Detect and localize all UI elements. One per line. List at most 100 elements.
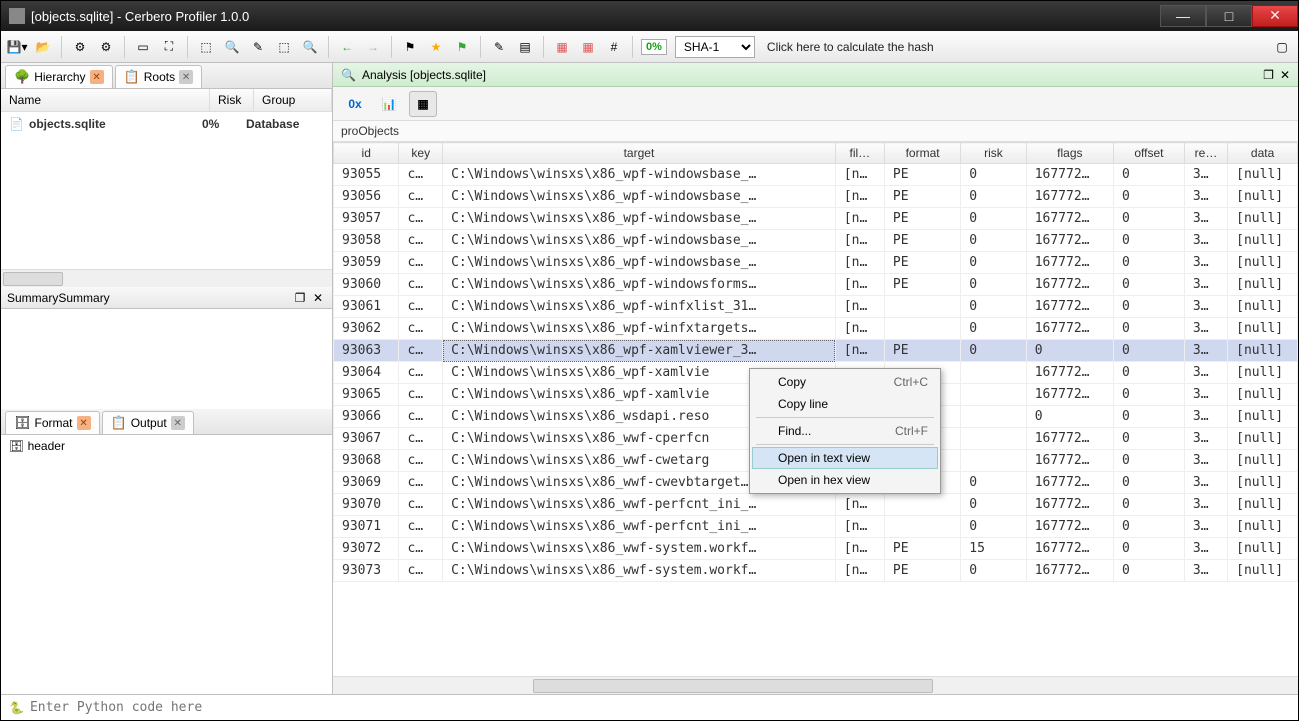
calculate-hash-link[interactable]: Click here to calculate the hash [761, 40, 940, 54]
menu-item-find-[interactable]: Find...Ctrl+F [752, 420, 938, 442]
flag-red-icon[interactable]: ⚑ [398, 35, 422, 59]
tree-row[interactable]: 📄 objects.sqlite 0% Database [1, 112, 332, 136]
col-key[interactable]: key [399, 143, 443, 164]
tool4-icon[interactable]: 🔍 [298, 35, 322, 59]
col-id[interactable]: id [334, 143, 399, 164]
data-table[interactable]: idkeytargetfil…formatriskflagsoffsetre…d… [333, 142, 1298, 676]
hex-view-button[interactable]: 0x [341, 91, 369, 117]
tool6-icon[interactable]: ▤ [513, 35, 537, 59]
close-icon[interactable]: ✕ [77, 416, 91, 430]
star-icon[interactable]: ★ [424, 35, 448, 59]
table-row[interactable]: 93055c…C:\Windows\winsxs\x86_wpf-windows… [334, 164, 1298, 186]
menu-item-open-in-hex-view[interactable]: Open in hex view [752, 469, 938, 491]
hash-icon[interactable]: # [602, 35, 626, 59]
gear-icon[interactable]: ⚙ [68, 35, 92, 59]
progress-pct: 0% [641, 39, 667, 55]
view-toolbar: 0x 📊 ▦ [333, 87, 1298, 121]
col-re[interactable]: re… [1184, 143, 1227, 164]
close-icon[interactable]: ✕ [90, 70, 104, 84]
tree-item-name: objects.sqlite [29, 117, 202, 131]
tab-hierarchy[interactable]: 🌳 Hierarchy ✕ [5, 65, 113, 88]
table-row[interactable]: 93073c…C:\Windows\winsxs\x86_wwf-system.… [334, 560, 1298, 582]
col-group[interactable]: Group [254, 89, 332, 111]
col-offset[interactable]: offset [1113, 143, 1184, 164]
python-icon: 🐍 [9, 701, 24, 715]
menu-item-open-in-text-view[interactable]: Open in text view [752, 447, 938, 469]
col-target[interactable]: target [443, 143, 836, 164]
table-row[interactable]: 93059c…C:\Windows\winsxs\x86_wpf-windows… [334, 252, 1298, 274]
chart-view-button[interactable]: 📊 [375, 91, 403, 117]
app-icon [9, 8, 25, 24]
tab-roots[interactable]: 📋 Roots ✕ [115, 65, 203, 88]
menu-item-copy[interactable]: CopyCtrl+C [752, 371, 938, 393]
python-console[interactable]: 🐍 [1, 694, 1298, 720]
col-flags[interactable]: flags [1026, 143, 1113, 164]
summary-body [1, 309, 332, 409]
hierarchy-icon: 🌳 [14, 69, 30, 85]
gear2-icon[interactable]: ⚙ [94, 35, 118, 59]
table-scrollbar[interactable] [333, 676, 1298, 694]
python-input[interactable] [30, 700, 1290, 715]
summary-header[interactable]: Summary Summary ❐ ✕ [1, 287, 332, 309]
close-button[interactable]: ✕ [1252, 5, 1298, 27]
maximize-button[interactable]: □ [1206, 5, 1252, 27]
tool5-icon[interactable]: ✎ [487, 35, 511, 59]
tab-label: Format [35, 416, 73, 430]
table-row[interactable]: 93071c…C:\Windows\winsxs\x86_wwf-perfcnt… [334, 516, 1298, 538]
table-row[interactable]: 93060c…C:\Windows\winsxs\x86_wpf-windows… [334, 274, 1298, 296]
file-icon: 📄 [9, 117, 29, 131]
minimize-button[interactable]: — [1160, 5, 1206, 27]
table-row[interactable]: 93058c…C:\Windows\winsxs\x86_wpf-windows… [334, 230, 1298, 252]
tree-item-group: Database [246, 117, 324, 131]
tab-label: Output [131, 416, 167, 430]
menu-item-copy-line[interactable]: Copy line [752, 393, 938, 415]
main-toolbar: 💾▾ 📂 ⚙ ⚙ ▭ ⛶ ⬚ 🔍 ✎ ⬚ 🔍 ← → ⚑ ★ ⚑ ✎ ▤ ▦ ▦… [1, 31, 1298, 63]
close-icon[interactable]: ✕ [179, 70, 193, 84]
table-row[interactable]: 93063c…C:\Windows\winsxs\x86_wpf-xamlvie… [334, 340, 1298, 362]
tool7-icon[interactable]: ▦ [550, 35, 574, 59]
col-name[interactable]: Name [1, 89, 210, 111]
tool3-icon[interactable]: ⬚ [272, 35, 296, 59]
hash-algo-select[interactable]: SHA-1 [675, 36, 755, 58]
col-fil[interactable]: fil… [835, 143, 884, 164]
table-row[interactable]: 93057c…C:\Windows\winsxs\x86_wpf-windows… [334, 208, 1298, 230]
col-data[interactable]: data [1228, 143, 1298, 164]
hierarchy-tree[interactable]: Name Risk Group 📄 objects.sqlite 0% Data… [1, 89, 332, 269]
tool8-icon[interactable]: ▦ [576, 35, 600, 59]
titlebar[interactable]: [objects.sqlite] - Cerbero Profiler 1.0.… [1, 1, 1298, 31]
save-icon[interactable]: 💾▾ [5, 35, 29, 59]
close-icon[interactable]: ✕ [171, 416, 185, 430]
col-format[interactable]: format [884, 143, 960, 164]
table-row[interactable]: 93070c…C:\Windows\winsxs\x86_wwf-perfcnt… [334, 494, 1298, 516]
tool1-icon[interactable]: ⬚ [194, 35, 218, 59]
fullscreen-icon[interactable]: ⛶ [157, 35, 181, 59]
toolbar-end-icon[interactable]: ▢ [1270, 35, 1294, 59]
col-risk[interactable]: risk [961, 143, 1026, 164]
undock-icon[interactable]: ❐ [1263, 68, 1274, 82]
tab-output[interactable]: 📋 Output ✕ [102, 411, 194, 434]
table-row[interactable]: 93072c…C:\Windows\winsxs\x86_wwf-system.… [334, 538, 1298, 560]
tool2-icon[interactable]: ✎ [246, 35, 270, 59]
table-row[interactable]: 93062c…C:\Windows\winsxs\x86_wpf-winfxta… [334, 318, 1298, 340]
format-tree[interactable]: 🗄 header [1, 435, 332, 694]
tree-scrollbar[interactable] [1, 269, 332, 287]
undock-icon[interactable]: ❐ [292, 290, 308, 306]
col-risk[interactable]: Risk [210, 89, 254, 111]
search-icon[interactable]: 🔍 [220, 35, 244, 59]
format-tree-item[interactable]: 🗄 header [9, 439, 324, 453]
back-button[interactable]: ← [335, 35, 359, 59]
open-icon[interactable]: 📂 [31, 35, 55, 59]
table-row[interactable]: 93056c…C:\Windows\winsxs\x86_wpf-windows… [334, 186, 1298, 208]
close-icon[interactable]: ✕ [1280, 68, 1290, 82]
context-menu[interactable]: CopyCtrl+CCopy line Find...Ctrl+F Open in … [749, 368, 941, 494]
forward-button[interactable]: → [361, 35, 385, 59]
close-icon[interactable]: ✕ [310, 290, 326, 306]
tab-format[interactable]: 🗄 Format ✕ [5, 411, 100, 434]
flag-green-icon[interactable]: ⚑ [450, 35, 474, 59]
tree-item-risk: 0% [202, 117, 246, 131]
window-icon[interactable]: ▭ [131, 35, 155, 59]
table-view-button[interactable]: ▦ [409, 91, 437, 117]
window-title: [objects.sqlite] - Cerbero Profiler 1.0.… [31, 9, 1160, 24]
table-name: proObjects [333, 121, 1298, 142]
table-row[interactable]: 93061c…C:\Windows\winsxs\x86_wpf-winfxli… [334, 296, 1298, 318]
